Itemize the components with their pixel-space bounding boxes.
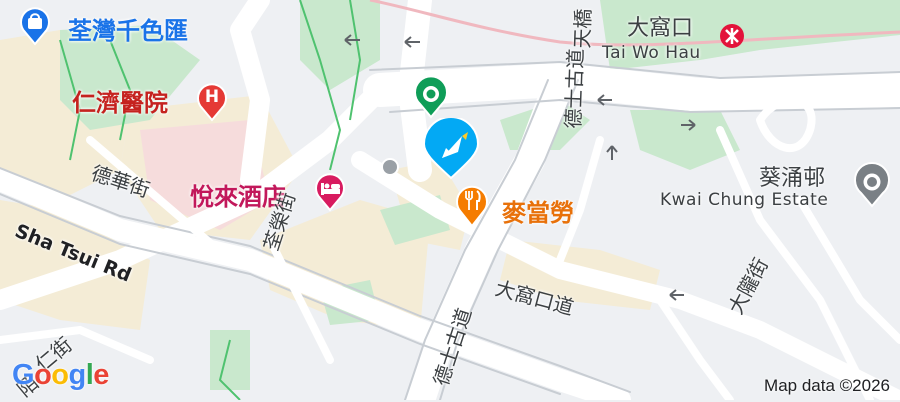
station-label-en[interactable]: Tai Wo Hau <box>602 43 701 63</box>
google-logo[interactable]: Google <box>12 359 109 392</box>
shopping-bag-icon[interactable] <box>15 6 55 46</box>
poi-label-restaurant[interactable]: 麥當勞 <box>502 193 574 228</box>
svg-text:H: H <box>205 87 219 107</box>
poi-label-hospital[interactable]: 仁濟醫院 <box>72 83 168 118</box>
mtr-icon[interactable] <box>718 22 746 50</box>
fork-knife-icon[interactable] <box>452 180 492 228</box>
bed-icon[interactable] <box>310 168 350 212</box>
estate-label-zh[interactable]: 葵涌邨 <box>759 160 825 192</box>
estate-pin-icon[interactable] <box>850 160 894 208</box>
street-label-tin-fuk: 天橋 <box>569 8 596 49</box>
poi-label-mall[interactable]: 荃灣千色匯 <box>68 11 188 46</box>
station-label-zh[interactable]: 大窩口 <box>627 10 693 42</box>
navigation-marker-icon[interactable] <box>418 116 484 182</box>
map-attribution[interactable]: Map data ©2026 <box>764 376 890 396</box>
logo-letter: g <box>68 359 87 391</box>
estate-label-en[interactable]: Kwai Chung Estate <box>660 190 828 210</box>
logo-letter: G <box>12 359 35 391</box>
place-pin-icon[interactable] <box>409 73 453 119</box>
bus-stop-icon <box>381 158 399 176</box>
logo-letter: o <box>51 359 69 391</box>
logo-letter: e <box>93 359 109 391</box>
hospital-icon[interactable]: H <box>192 78 232 122</box>
logo-letter: o <box>34 359 52 391</box>
street-label-tak-sze-kwu-upper: 德士古道 <box>560 48 588 129</box>
